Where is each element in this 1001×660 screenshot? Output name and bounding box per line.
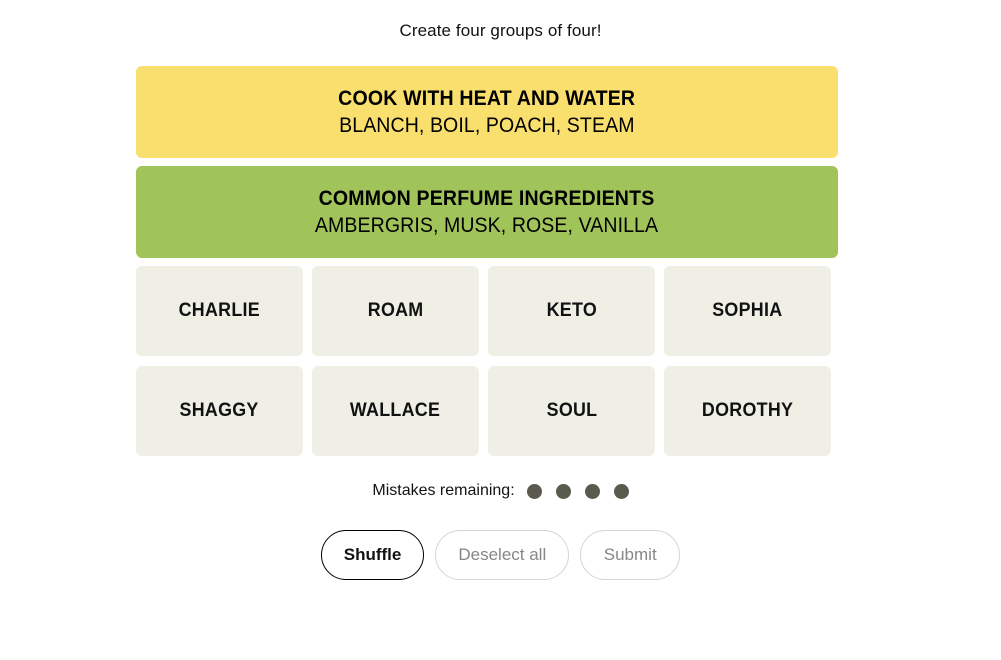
solved-group-green: COMMON PERFUME INGREDIENTS AMBERGRIS, MU… xyxy=(136,166,838,258)
page-title: Create four groups of four! xyxy=(399,21,602,40)
word-tile-label: CHARLIE xyxy=(178,300,261,321)
tile-row: CHARLIE ROAM KETO SOPHIA xyxy=(136,266,838,356)
mistakes-remaining-label: Mistakes remaining: xyxy=(372,482,515,499)
word-tile-label: DOROTHY xyxy=(701,400,794,421)
mistake-dot xyxy=(526,483,542,499)
tile-row: SHAGGY WALLACE SOUL DOROTHY xyxy=(136,366,838,456)
solved-group-category: COOK WITH HEAT AND WATER xyxy=(338,86,636,110)
word-tile[interactable]: WALLACE xyxy=(312,366,479,456)
solved-group-yellow: COOK WITH HEAT AND WATER BLANCH, BOIL, P… xyxy=(136,66,838,158)
word-tile[interactable]: SOPHIA xyxy=(664,266,831,356)
solved-group-category: COMMON PERFUME INGREDIENTS xyxy=(319,186,655,210)
solved-group-members: BLANCH, BOIL, POACH, STEAM xyxy=(339,113,635,137)
word-tile-label: KETO xyxy=(546,300,597,321)
word-tile[interactable]: CHARLIE xyxy=(136,266,303,356)
word-tile[interactable]: DOROTHY xyxy=(664,366,831,456)
word-tile[interactable]: ROAM xyxy=(312,266,479,356)
solved-group-members: AMBERGRIS, MUSK, ROSE, VANILLA xyxy=(315,213,659,237)
shuffle-button[interactable]: Shuffle xyxy=(320,530,425,580)
connections-game: Create four groups of four! COOK WITH HE… xyxy=(0,0,1001,660)
mistake-dot xyxy=(584,483,600,499)
action-buttons: Shuffle Deselect all Submit xyxy=(0,530,1001,580)
word-tile-label: WALLACE xyxy=(350,400,441,421)
game-board: COOK WITH HEAT AND WATER BLANCH, BOIL, P… xyxy=(136,66,838,466)
word-tile-label: SOPHIA xyxy=(712,300,783,321)
word-tile-label: ROAM xyxy=(367,300,424,321)
word-tile[interactable]: KETO xyxy=(488,266,655,356)
mistake-dot xyxy=(555,483,571,499)
mistake-dots xyxy=(526,483,629,499)
word-tile-label: SHAGGY xyxy=(179,400,260,421)
word-tile[interactable]: SOUL xyxy=(488,366,655,456)
mistake-dot xyxy=(613,483,629,499)
deselect-all-button[interactable]: Deselect all xyxy=(435,530,570,580)
mistakes-remaining: Mistakes remaining: xyxy=(0,481,1001,501)
word-tile[interactable]: SHAGGY xyxy=(136,366,303,456)
submit-button[interactable]: Submit xyxy=(580,530,681,580)
word-tile-label: SOUL xyxy=(546,400,597,421)
